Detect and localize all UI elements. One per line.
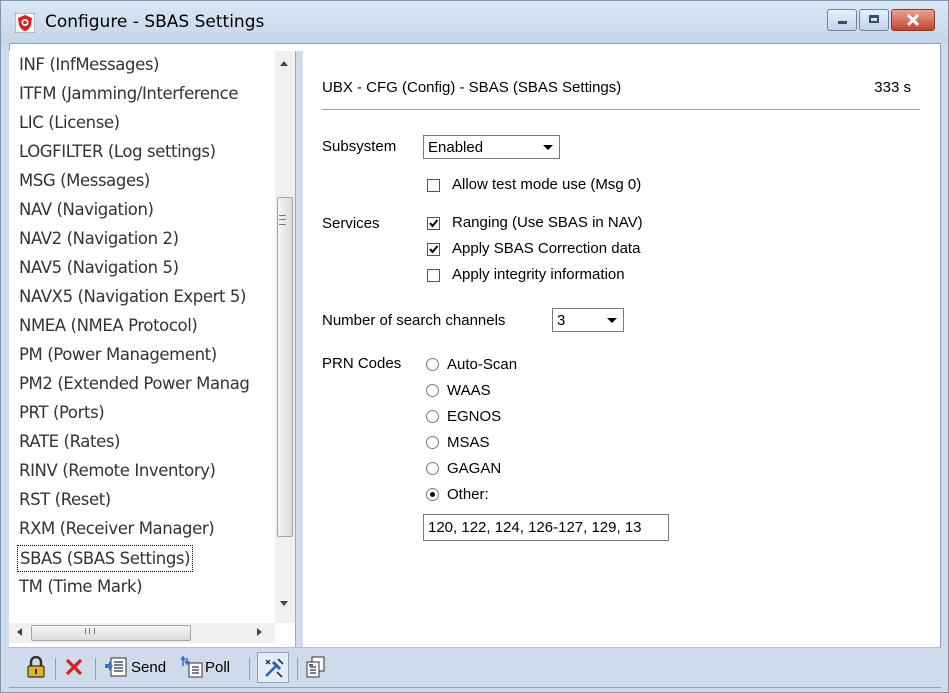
list-item[interactable]: TM (Time Mark) [19, 573, 273, 600]
poll-icon[interactable] [181, 656, 203, 678]
checkmark-icon [429, 219, 439, 228]
dropdown-arrow-icon[interactable] [602, 310, 622, 330]
message-list[interactable]: INF (InfMessages) ITFM (Jamming/Interfer… [9, 51, 275, 623]
poll-label[interactable]: Poll [205, 659, 230, 676]
apply-correction-checkbox[interactable] [427, 243, 440, 256]
bottom-toolbar: Send Poll [9, 647, 941, 687]
message-age: 333 s [874, 79, 911, 96]
prn-radio-msas[interactable] [426, 436, 439, 449]
prn-radio-auto-scan[interactable] [426, 358, 439, 371]
prn-option-label: WAAS [447, 382, 491, 399]
window-title: Configure - SBAS Settings [45, 12, 265, 32]
maximize-icon [869, 15, 879, 23]
scroll-grip-icon [279, 215, 286, 225]
settings-panel: UBX - CFG (Config) - SBAS (SBAS Settings… [303, 51, 939, 647]
prn-option-label: EGNOS [447, 408, 502, 425]
copy-icon[interactable] [305, 656, 327, 678]
close-button[interactable] [891, 9, 935, 31]
toolbar-separator [95, 658, 96, 680]
list-item[interactable]: LOGFILTER (Log settings) [19, 138, 273, 165]
list-vertical-scrollbar[interactable] [275, 51, 295, 623]
vertical-scroll-thumb[interactable] [277, 197, 293, 537]
list-item[interactable]: NAV2 (Navigation 2) [19, 225, 273, 252]
apply-integrity-checkbox[interactable] [427, 269, 440, 282]
prn-radio-waas[interactable] [426, 384, 439, 397]
list-item[interactable]: PRT (Ports) [19, 399, 273, 426]
allow-test-mode-checkbox[interactable] [427, 179, 440, 192]
toolbar-separator [297, 658, 298, 680]
send-icon[interactable] [105, 656, 127, 678]
prn-radio-gagan[interactable] [426, 462, 439, 475]
send-label[interactable]: Send [131, 659, 166, 676]
prn-other-input[interactable]: 120, 122, 124, 126-127, 129, 13 [423, 514, 669, 541]
prn-other-value: 120, 122, 124, 126-127, 129, 13 [428, 519, 642, 536]
minimize-icon [838, 21, 847, 24]
header-divider [322, 109, 920, 110]
close-icon [906, 13, 920, 27]
list-item[interactable]: RST (Reset) [19, 486, 273, 513]
toolbar-separator [249, 658, 250, 680]
tools-button[interactable] [257, 652, 289, 683]
search-channels-select[interactable]: 3 [552, 308, 624, 332]
lock-icon[interactable] [27, 656, 45, 678]
scroll-down-arrow-icon[interactable] [280, 601, 288, 606]
scroll-grip-icon [85, 628, 95, 634]
panel-title: UBX - CFG (Config) - SBAS (SBAS Settings… [322, 79, 622, 96]
services-label: Services [322, 215, 380, 232]
scroll-up-arrow-icon[interactable] [280, 61, 288, 66]
apply-correction-label: Apply SBAS Correction data [452, 240, 641, 257]
minimize-button[interactable] [827, 9, 857, 31]
list-item[interactable]: PM2 (Extended Power Manag [19, 370, 273, 397]
list-item[interactable]: ITFM (Jamming/Interference [19, 80, 273, 107]
configure-window: Configure - SBAS Settings INF (InfMessag… [0, 0, 949, 693]
title-bar[interactable]: Configure - SBAS Settings [1, 1, 948, 43]
ranging-checkbox[interactable] [427, 217, 440, 230]
prn-option-label: Auto-Scan [447, 356, 518, 373]
panel-splitter[interactable] [295, 51, 303, 647]
prn-option-label: MSAS [447, 434, 490, 451]
app-shield-icon [14, 12, 36, 34]
scroll-left-arrow-icon[interactable] [17, 628, 22, 636]
search-channels-value: 3 [557, 312, 566, 329]
list-item[interactable]: LIC (License) [19, 109, 273, 136]
subsystem-select[interactable]: Enabled [423, 135, 560, 159]
prn-codes-label: PRN Codes [322, 355, 402, 372]
list-item[interactable]: NAV (Navigation) [19, 196, 273, 223]
tools-icon [265, 658, 284, 678]
subsystem-label: Subsystem [322, 138, 397, 155]
list-item[interactable]: INF (InfMessages) [19, 51, 273, 78]
maximize-button[interactable] [859, 9, 889, 31]
list-item-partial[interactable] [19, 602, 273, 623]
list-item[interactable]: RINV (Remote Inventory) [19, 457, 273, 484]
prn-option-label: Other: [447, 486, 489, 503]
list-item[interactable]: NMEA (NMEA Protocol) [19, 312, 273, 339]
list-item[interactable]: MSG (Messages) [19, 167, 273, 194]
message-list-panel: INF (InfMessages) ITFM (Jamming/Interfer… [9, 51, 296, 647]
checkmark-icon [429, 245, 439, 254]
ranging-label: Ranging (Use SBAS in NAV) [452, 214, 643, 231]
toolbar-separator [55, 658, 56, 680]
list-item[interactable]: NAV5 (Navigation 5) [19, 254, 273, 281]
dropdown-arrow-icon[interactable] [538, 137, 558, 157]
list-item[interactable]: RXM (Receiver Manager) [19, 515, 273, 542]
list-item[interactable]: PM (Power Management) [19, 341, 273, 368]
horizontal-scroll-thumb[interactable] [31, 625, 191, 641]
list-item[interactable]: NAVX5 (Navigation Expert 5) [19, 283, 273, 310]
prn-option-label: GAGAN [447, 460, 502, 477]
list-horizontal-scrollbar[interactable] [9, 623, 275, 643]
subsystem-value: Enabled [428, 139, 484, 156]
apply-integrity-label: Apply integrity information [452, 266, 625, 283]
list-item[interactable]: RATE (Rates) [19, 428, 273, 455]
prn-radio-other[interactable] [426, 488, 439, 501]
allow-test-mode-label: Allow test mode use (Msg 0) [452, 176, 642, 193]
scroll-right-arrow-icon[interactable] [257, 628, 262, 636]
prn-radio-egnos[interactable] [426, 410, 439, 423]
search-channels-label: Number of search channels [322, 312, 506, 329]
list-item-selected[interactable]: SBAS (SBAS Settings) [17, 545, 194, 572]
delete-icon[interactable] [65, 658, 83, 676]
